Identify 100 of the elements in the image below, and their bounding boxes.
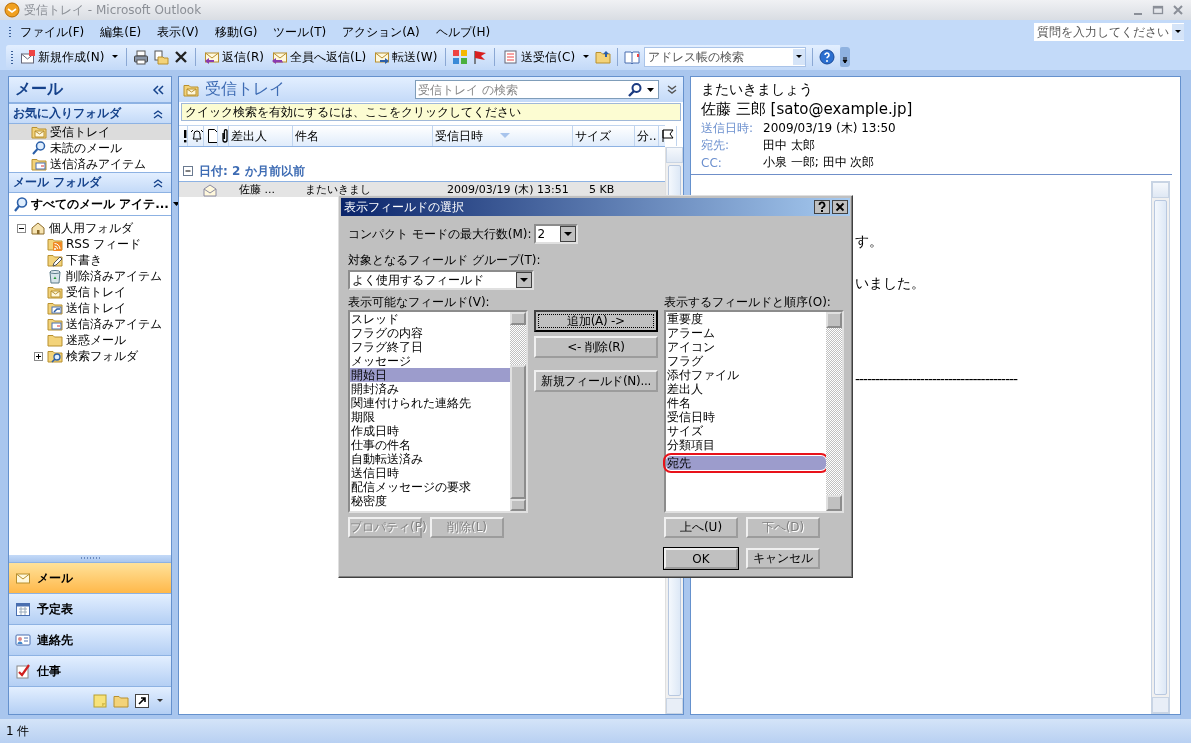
list-item[interactable]: 期限 — [350, 410, 510, 424]
scrollbar[interactable] — [826, 312, 842, 511]
reminder-bell-icon[interactable] — [190, 128, 203, 144]
paperclip-icon[interactable] — [220, 128, 228, 144]
folder-tree-item[interactable]: 送信トレイ — [47, 299, 126, 317]
list-item[interactable]: 重要度 — [666, 312, 826, 326]
column-header[interactable]: 分... — [637, 127, 658, 145]
menu-item[interactable]: 表示(V) — [149, 23, 207, 41]
folder-tree-item[interactable]: RSS フィード — [47, 235, 142, 253]
search-field[interactable]: 受信トレイ の検索 — [415, 80, 659, 99]
list-item[interactable]: 配信メッセージの要求 — [350, 480, 510, 494]
move-up-button[interactable]: 上へ(U) — [664, 517, 738, 538]
message-row[interactable]: 佐藤 ... またいきまし 2009/03/19 (木) 13:51 5 KB — [179, 182, 665, 197]
list-item[interactable]: 差出人 — [666, 382, 826, 396]
new-mail-button[interactable]: 新規作成(N) — [18, 46, 107, 68]
add-button[interactable]: 追加(A) -> — [534, 310, 658, 332]
favorite-folder-item[interactable]: 受信トレイ — [9, 124, 171, 140]
group-header[interactable]: 日付: 2 か月前以前 — [199, 162, 305, 180]
column-header[interactable]: 受信日時 — [435, 127, 483, 145]
category-grid-icon[interactable] — [452, 49, 469, 65]
list-item[interactable]: フラグの内容 — [350, 326, 510, 340]
folder-tree-item[interactable]: 削除済みアイテム — [47, 267, 162, 285]
menu-item[interactable]: ツール(T) — [265, 23, 335, 41]
max-rows-dropdown[interactable]: 2 — [533, 224, 578, 244]
scrollbar[interactable] — [1151, 181, 1170, 714]
navigation-button[interactable]: メール — [9, 562, 171, 593]
menu-item[interactable]: アクション(A) — [334, 23, 428, 41]
forward-button[interactable]: 転送(W) — [372, 46, 440, 68]
print-icon[interactable] — [133, 49, 150, 65]
list-item[interactable]: スレッド — [350, 312, 510, 326]
list-item[interactable]: アラーム — [666, 326, 826, 340]
menu-item[interactable]: 編集(E) — [92, 23, 150, 41]
navigation-button[interactable]: 予定表 — [9, 593, 171, 624]
folder-view-dropdown[interactable]: すべてのメール アイテ... — [9, 193, 171, 216]
help-icon[interactable] — [819, 49, 836, 65]
column-header[interactable]: サイズ — [575, 127, 611, 145]
favorite-folder-item[interactable]: 送信済みアイテム — [9, 156, 171, 172]
cancel-button[interactable]: キャンセル — [746, 548, 820, 569]
folder-tree-item[interactable]: 迷惑メール — [47, 331, 126, 349]
flag-icon[interactable] — [661, 128, 675, 144]
toolbar-options-icon[interactable] — [840, 47, 851, 67]
reply-button[interactable]: 返信(R) — [202, 46, 267, 68]
list-item[interactable]: フラグ終了日 — [350, 340, 510, 354]
header-label: CC: — [701, 155, 723, 170]
new-field-button[interactable]: 新規フィールド(N)... — [534, 370, 658, 392]
collapse-pane-icon[interactable] — [151, 82, 165, 97]
close-icon[interactable] — [832, 200, 848, 214]
list-item[interactable]: 作成日時 — [350, 424, 510, 438]
navigation-button[interactable]: 仕事 — [9, 655, 171, 686]
expand-box-icon[interactable] — [34, 351, 43, 361]
address-book-search-field[interactable]: アドレス帳の検索 — [644, 47, 807, 67]
maximize-icon[interactable] — [1151, 3, 1165, 17]
favorite-folder-item[interactable]: 未読のメール — [9, 140, 171, 156]
list-item[interactable]: 添付ファイル — [666, 368, 826, 382]
column-header[interactable]: 差出人 — [231, 127, 267, 145]
folder-tree-item[interactable]: 個人用フォルダ — [30, 219, 133, 237]
search-icon[interactable] — [627, 81, 643, 98]
list-item[interactable]: 開始日 — [350, 368, 510, 382]
delete-icon[interactable] — [173, 49, 190, 65]
help-icon[interactable] — [814, 200, 830, 214]
folder-tree-item[interactable]: 検索フォルダ — [47, 347, 138, 365]
calendar-icon — [15, 601, 31, 617]
menu-item[interactable]: ヘルプ(H) — [427, 23, 499, 41]
list-item[interactable]: 関連付けられた連絡先 — [350, 396, 510, 410]
remove-button[interactable]: <- 削除(R) — [534, 336, 658, 358]
list-item[interactable]: 開封済み — [350, 382, 510, 396]
list-item[interactable]: 受信日時 — [666, 410, 826, 424]
list-item[interactable]: 自動転送済み — [350, 452, 510, 466]
list-item[interactable]: アイコン — [666, 340, 826, 354]
menu-item[interactable]: 移動(G) — [206, 23, 266, 41]
list-item[interactable]: 件名 — [666, 396, 826, 410]
ok-button[interactable]: OK — [664, 548, 738, 569]
folder-tree-item[interactable]: 受信トレイ — [47, 283, 126, 301]
list-item[interactable]: 秘密度 — [350, 494, 510, 508]
folder-up-icon[interactable] — [595, 49, 612, 65]
list-item[interactable]: メッセージ — [350, 354, 510, 368]
list-item[interactable]: 宛先 — [666, 456, 826, 470]
list-item[interactable]: サイズ — [666, 424, 826, 438]
importance-icon[interactable] — [181, 128, 187, 144]
menu-item[interactable]: ファイル(F) — [12, 23, 93, 41]
field-group-dropdown[interactable]: よく使用するフィールド — [348, 270, 534, 290]
list-item[interactable]: 送信日時 — [350, 466, 510, 480]
folder-tree-item[interactable]: 下書き — [47, 251, 102, 269]
address-book-icon[interactable] — [624, 49, 641, 65]
navigation-button[interactable]: 連絡先 — [9, 624, 171, 655]
help-search-field[interactable]: 質問を入力してください — [1033, 22, 1185, 42]
scrollbar[interactable] — [510, 312, 526, 511]
field-list[interactable]: スレッド フラグの内容 フラグ終了日 メッセージ 開始日 開封済み 関連付けられた連絡先 期限 作成日時 仕事の件名 自動転送済み 送信日時 配信メッセージの要求 秘密度 — [348, 310, 528, 513]
page-icon[interactable] — [206, 128, 217, 144]
send-receive-button[interactable]: 送受信(C) — [501, 46, 578, 68]
quick-search-notice[interactable]: クイック検索を有効にするには、ここをクリックしてください — [181, 103, 681, 121]
list-item[interactable]: 分類項目 — [666, 438, 826, 452]
field-list[interactable]: 重要度 アラーム アイコン フラグ 添付ファイル 差出人 件名 受信日時 サイズ 分類項目 宛先 — [664, 310, 844, 513]
list-item[interactable]: 仕事の件名 — [350, 438, 510, 452]
reply-all-button[interactable]: 全員へ返信(L) — [270, 46, 369, 68]
column-header[interactable]: 件名 — [295, 127, 319, 145]
shortcut-icon[interactable] — [134, 692, 150, 709]
collapse-box-icon[interactable] — [17, 223, 26, 233]
folder-tree-item[interactable]: 送信済みアイテム — [47, 315, 162, 333]
list-item[interactable]: フラグ — [666, 354, 826, 368]
